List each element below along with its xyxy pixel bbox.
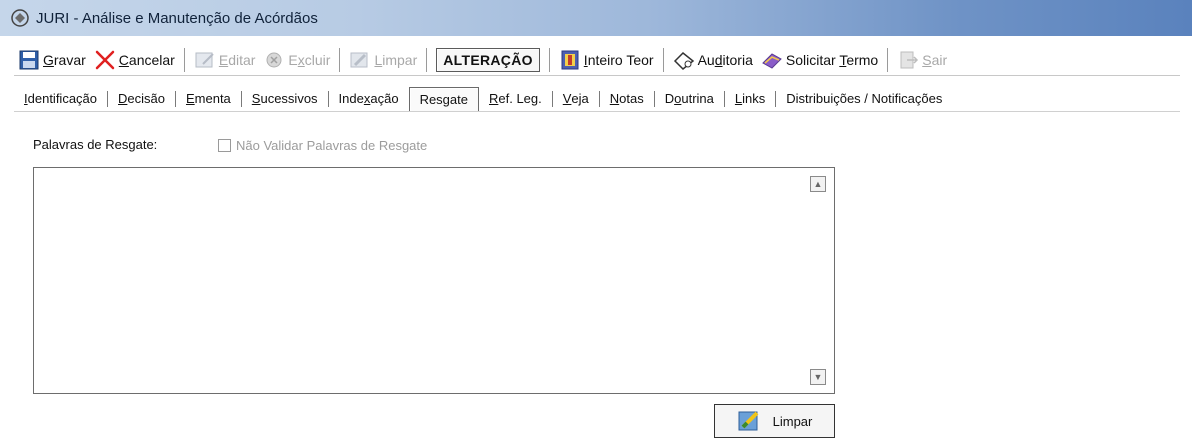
app-icon [10,8,30,28]
sair-label: Sair [922,51,948,68]
cancelar-label: Cancelar [118,51,175,68]
title-bar: JURI - Análise e Manutenção de Acórdãos [0,0,1192,36]
sair-button[interactable]: Sair [893,46,951,74]
cancelar-button[interactable]: Cancelar [90,46,179,74]
palavras-resgate-label: Palavras de Resgate: [33,137,158,152]
tab-ementa[interactable]: Ementa [176,88,241,110]
clear-icon [737,409,763,433]
nao-validar-checkbox-label: Não Validar Palavras de Resgate [236,138,428,153]
tab-sucessivos[interactable]: Sucessivos [242,88,328,110]
inteiro-teor-label: Inteiro Teor [583,51,654,68]
excluir-label: Excluir [288,51,331,68]
tab-distribuicoes-notificacoes[interactable]: Distribuições / Notificações [776,88,952,110]
auditoria-label: Auditoria [697,51,753,68]
inteiro-teor-button[interactable]: Inteiro Teor [555,46,658,74]
document-icon [559,49,581,71]
clear-icon [349,49,371,71]
edit-icon [194,49,216,71]
limpar-toolbar-label: Limpar [374,51,418,68]
gravar-button[interactable]: Gravar [14,46,90,74]
close-icon [94,49,116,71]
auditoria-button[interactable]: Auditoria [669,46,757,74]
tab-ref-leg[interactable]: Ref. Leg. [479,88,552,110]
book-icon [761,49,783,71]
editar-label: Editar [218,51,256,68]
nao-validar-checkbox[interactable] [218,139,231,152]
toolbar-separator [426,47,428,72]
tab-bar: Identificação Decisão Ementa Sucessivos … [14,86,1180,112]
tab-decisao[interactable]: Decisão [108,88,175,110]
toolbar-separator [887,47,889,72]
nao-validar-checkbox-row[interactable]: Não Validar Palavras de Resgate [218,138,427,153]
delete-icon [263,49,285,71]
tab-doutrina[interactable]: Do utrina [655,88,724,110]
editar-button[interactable]: Editar [190,46,260,74]
scroll-down-arrow[interactable]: ▼ [810,369,826,385]
toolbar-separator [662,47,664,72]
solicitar-termo-button[interactable]: Solicitar Termo [757,46,882,74]
exit-icon [897,49,919,71]
save-icon [18,49,40,71]
limpar-toolbar-button[interactable]: Limpar [345,46,421,74]
toolbar-separator [548,47,550,72]
tab-links[interactable]: Links [725,88,775,110]
tab-resgate[interactable]: Resgate [408,86,479,111]
gravar-label: Gravar [43,51,86,68]
toolbar-separator [339,47,341,72]
tab-notas[interactable]: Notas [600,88,654,110]
tab-identificacao[interactable]: Identificação [14,88,107,110]
palavras-resgate-textarea[interactable]: ▲ ▼ [33,167,835,394]
scroll-up-arrow[interactable]: ▲ [810,176,826,192]
toolbar: Gravar Cancelar Editar Excluir Limpar AL… [14,44,1180,76]
audit-icon [673,49,695,71]
limpar-button[interactable]: Limpar [714,404,835,438]
mode-indicator: ALTERAÇÃO [436,47,540,72]
tab-indexacao[interactable]: Inde x ação [329,88,409,110]
window-title: JURI - Análise e Manutenção de Acórdãos [36,9,318,27]
excluir-button[interactable]: Excluir [259,46,334,74]
solicitar-termo-label: Solicitar Termo [785,51,879,68]
toolbar-separator [183,47,185,72]
limpar-button-label: Limpar [772,413,813,429]
tab-veja[interactable]: Veja [553,88,599,110]
